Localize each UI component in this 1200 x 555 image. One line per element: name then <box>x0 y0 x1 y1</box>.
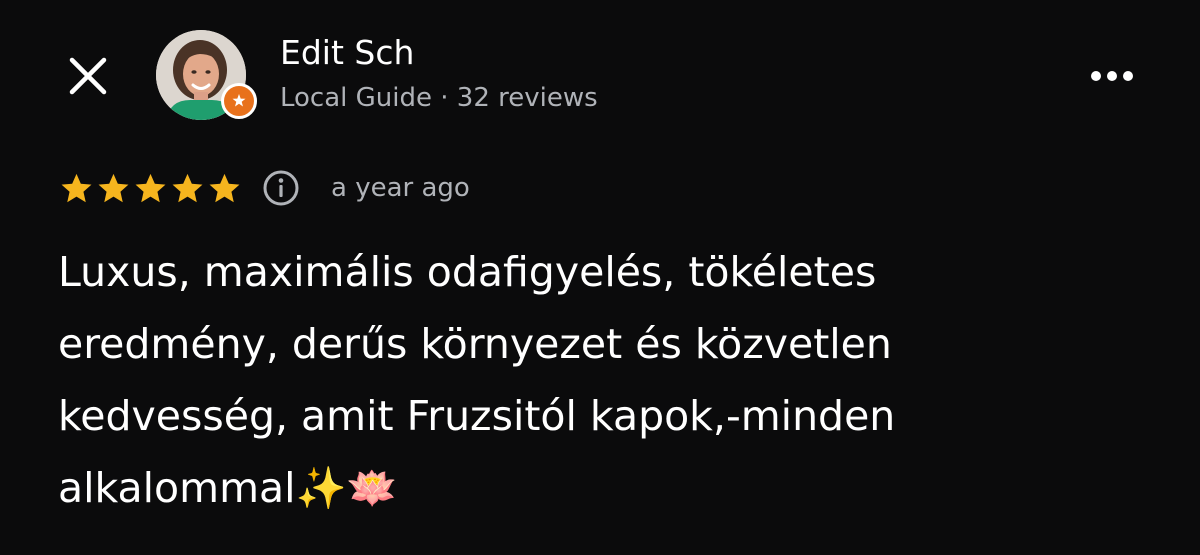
reviewer-name[interactable]: Edit Sch <box>280 31 414 75</box>
review-text-line: kedvesség, amit Fruzsitól kapok,-minden <box>58 392 896 440</box>
lotus-emoji: 🪷 <box>346 464 398 512</box>
review-text-line: eredmény, derűs környezet és közvetlen <box>58 320 892 368</box>
star-icon <box>98 173 129 202</box>
review-text-line-last: alkalommal✨🪷 <box>58 452 1168 524</box>
star-icon <box>172 173 203 202</box>
star-rating <box>58 170 243 207</box>
close-button[interactable] <box>62 50 114 102</box>
close-icon <box>69 57 107 95</box>
star-icon <box>209 173 240 202</box>
rating-row: a year ago <box>58 166 470 210</box>
local-guide-badge <box>221 83 257 119</box>
more-options-button[interactable] <box>1082 56 1142 96</box>
info-icon[interactable] <box>261 168 301 208</box>
review-date: a year ago <box>331 173 470 203</box>
review-text: Luxus, maximális odafigyelés, tökéletes … <box>58 236 1168 524</box>
star-icon <box>135 173 166 202</box>
sparkles-emoji: ✨ <box>295 464 347 512</box>
review-text-line: alkalommal <box>58 464 296 512</box>
local-guide-star-icon <box>232 94 246 107</box>
review-text-line: Luxus, maximális odafigyelés, tökéletes <box>58 248 877 296</box>
more-horizontal-icon <box>1091 71 1133 81</box>
reviewer-meta: Local Guide · 32 reviews <box>280 83 598 113</box>
star-icon <box>61 173 92 202</box>
reviewer-avatar-group <box>156 30 260 122</box>
